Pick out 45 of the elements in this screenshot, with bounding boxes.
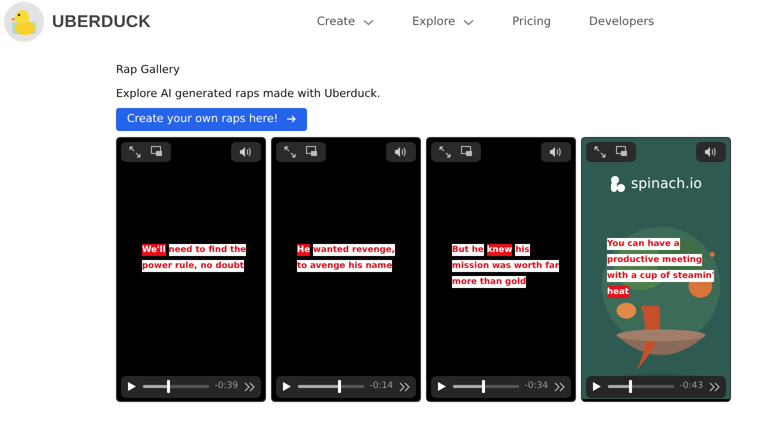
caption-text: He wanted revenge, to avenge his name	[297, 242, 396, 274]
volume-icon[interactable]	[394, 146, 408, 158]
time-remaining: -0:39	[214, 380, 238, 393]
picture-in-picture-icon[interactable]	[306, 146, 318, 157]
fullscreen-icon[interactable]	[284, 146, 296, 158]
caption-text: We'll need to find the power rule, no doubt	[142, 242, 248, 274]
fullscreen-icon[interactable]	[594, 146, 606, 158]
volume-icon[interactable]	[704, 146, 718, 158]
skip-forward-icon[interactable]	[399, 382, 410, 392]
play-icon[interactable]	[282, 381, 292, 392]
skip-forward-icon[interactable]	[709, 382, 720, 392]
time-remaining: -0:34	[524, 380, 548, 393]
nav-link[interactable]: Pricing	[512, 13, 552, 31]
nav-link[interactable]: Developers	[589, 13, 654, 31]
skip-forward-icon[interactable]	[244, 382, 255, 392]
time-remaining: -0:14	[370, 380, 394, 393]
nav-dropdown[interactable]: Explore	[412, 13, 474, 31]
play-icon[interactable]	[592, 381, 602, 392]
video-player[interactable]: But he knew his mission was worth far more than gold -0:34	[426, 136, 576, 402]
caption-text: But he knew his mission was worth far more than gold	[452, 242, 560, 290]
page-title: Rap Gallery	[116, 62, 181, 78]
picture-in-picture-icon[interactable]	[616, 146, 628, 157]
volume-icon[interactable]	[239, 146, 253, 158]
create-raps-button[interactable]: Create your own raps here!	[116, 108, 308, 130]
logo-mark-icon	[610, 175, 626, 193]
fullscreen-icon[interactable]	[439, 146, 451, 158]
picture-in-picture-icon[interactable]	[461, 146, 473, 157]
caret-icon	[463, 18, 474, 26]
fullscreen-icon[interactable]	[129, 146, 141, 158]
time-remaining: -0:43	[680, 380, 704, 393]
logo-text: spinach.io	[631, 174, 702, 194]
caret-icon	[363, 18, 374, 26]
brand-name[interactable]: UBERDUCK	[52, 9, 151, 35]
page-subtitle: Explore AI generated raps made with Uberduck.	[116, 86, 382, 102]
play-icon[interactable]	[127, 381, 137, 392]
play-icon[interactable]	[437, 381, 447, 392]
video-player[interactable]: He wanted revenge, to avenge his name -0:14	[271, 136, 421, 402]
picture-in-picture-icon[interactable]	[151, 146, 163, 157]
skip-forward-icon[interactable]	[554, 382, 565, 392]
nav-dropdown[interactable]: Create	[316, 13, 374, 31]
video-player[interactable]: spinach.io You can have a productive meeting with a cup of steamin' heat -0:43	[581, 136, 731, 402]
arrow-right-icon	[286, 114, 296, 124]
volume-icon[interactable]	[549, 146, 563, 158]
video-player[interactable]: We'll need to find the power rule, no doubt -0:39	[116, 136, 266, 402]
caption-text: You can have a productive meeting with a cup of steamin' heat	[607, 236, 715, 300]
